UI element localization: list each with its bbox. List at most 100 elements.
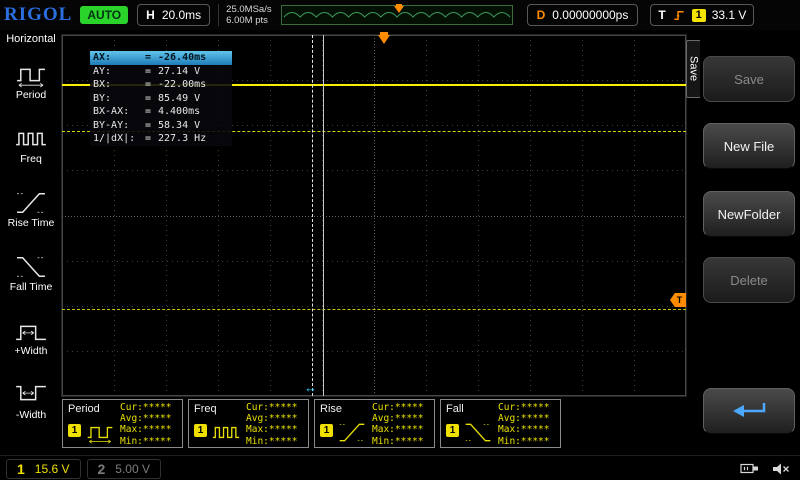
delete-button[interactable]: Delete [703,257,795,303]
waveform-preview[interactable] [280,4,513,25]
sidebar-item-width[interactable]: -Width [0,369,62,433]
channel2-number: 2 [97,460,106,477]
sidebar-item-freq[interactable]: Freq [0,113,62,177]
stat-line: Cur:***** [372,402,424,413]
channel-1-badge: 1 [446,424,459,437]
measurement-label: Freq [194,403,217,415]
measurement-freq[interactable]: Freq 1 Cur:***** Avg:***** Max:***** Min:****… [188,399,309,448]
stat-line: Max:***** [372,424,424,436]
return-arrow-icon [727,398,771,424]
sidebar-title: Horizontal [6,33,56,45]
cursor-row-bx-ax: BX-AX: = 4.400ms [93,106,201,117]
cursor-rows: AX: = -26.40ms AY: = 27.14 V BX: = -22.00ms BY: = 8… [90,51,232,146]
fall-time-icon [463,421,493,444]
measure-sidebar: Horizontal Period Freq Rise Time Fall Time +… [0,30,62,455]
measurement-fall[interactable]: Fall 1 Cur:***** Avg:***** Max:***** Min:****… [440,399,561,448]
usb-icon [740,462,760,475]
rigol-logo: RIGOL [4,4,73,25]
menu-button-label: NewFolder [717,206,781,222]
sidebar-items: Period Freq Rise Time Fall Time +Width -Width [0,49,62,433]
stat-line: Min:***** [372,435,424,447]
trigger-info-box: T 1 33.1 V [650,4,755,26]
sidebar-item-label: +Width [14,344,48,357]
sidebar-item-label: -Width [15,408,47,421]
channel2-status[interactable]: 2 5.00 V [86,458,161,479]
sidebar-item-width[interactable]: +Width [0,305,62,369]
delay-value: 0.00000000ps [552,8,629,22]
stat-line: Max:***** [246,424,298,436]
memory-depth: 6.00M pts [226,15,268,26]
cursor-bx-line[interactable] [323,35,324,396]
cursor-ay-line[interactable] [62,309,686,310]
waveform-display[interactable]: T ↔ AX: = -26.40ms AY: = 27.14 V BX: = -22.00ms B… [61,32,687,397]
measurement-label: Period [68,403,100,415]
bottom-status-bar: 1 15.6 V 2 5.00 V [0,455,800,480]
period-icon [14,62,48,88]
sidebar-item-label: Period [15,88,47,101]
stat-line: Avg:***** [246,413,298,425]
menu-button-label: Delete [730,272,768,288]
cursor-row-by-ay: BY-AY: = 58.34 V [93,119,201,131]
stat-line: Cur:***** [120,402,172,413]
channel2-scale: 5.00 V [115,461,150,476]
minus-width-icon [14,382,48,408]
menu-button-label: Save [734,71,764,87]
cursor-readout-panel: AX: = -26.40ms AY: = 27.14 V BX: = -22.00ms BY: = 8… [90,51,232,146]
measurement-stats: Cur:***** Avg:***** Max:***** Min:***** [498,402,550,447]
plus-width-icon [14,318,48,344]
horizontal-label: H [146,8,155,22]
trigger-edge-icon [672,9,686,22]
cursor-row-1-dx: 1/|dX|: = 227.3 Hz [93,133,207,144]
run-status-badge: AUTO [80,6,129,24]
measurement-rise[interactable]: Rise 1 Cur:***** Avg:***** Max:***** Min:****… [314,399,435,448]
trigger-label: T [658,8,666,22]
cursor-row-bx: BX: = -22.00ms [93,79,207,90]
measurement-stats: Cur:***** Avg:***** Max:***** Min:***** [120,402,172,447]
sidebar-item-rise-time[interactable]: Rise Time [0,177,62,241]
oscilloscope-screen: RIGOL AUTO H 20.0ms 25.0MSa/s 6.00M pts … [0,0,800,480]
trigger-source-badge: 1 [691,8,706,22]
return-button[interactable] [703,388,795,434]
trigger-position-marker-mini [393,4,404,13]
stat-line: Avg:***** [120,413,172,425]
cursor-row-ay: AY: = 27.14 V [93,65,201,77]
fall-time-icon [14,254,48,280]
stat-line: Max:***** [120,424,172,436]
menu-tab-save[interactable]: Save [686,40,701,98]
save-button[interactable]: Save [703,56,795,102]
acquisition-info: 25.0MSa/s 6.00M pts [218,3,272,27]
trigger-position-marker[interactable] [378,32,390,44]
rise-time-icon [337,421,367,444]
period-icon [85,421,115,444]
new-file-button[interactable]: New File [703,123,795,169]
channel1-status[interactable]: 1 15.6 V [6,458,81,479]
trigger-level-value: 33.1 V [711,8,747,22]
cursor-ax-line[interactable] [312,35,313,396]
stat-line: Cur:***** [246,402,298,413]
measurement-period[interactable]: Period 1 Cur:***** Avg:***** Max:***** Min:**… [62,399,183,448]
sidebar-item-fall-time[interactable]: Fall Time [0,241,62,305]
stat-line: Cur:***** [498,402,550,413]
sidebar-item-period[interactable]: Period [0,49,62,113]
delay-box: D 0.00000000ps [526,4,639,26]
softkey-menu: Save New File NewFolder Delete [700,30,800,455]
sidebar-item-label: Freq [20,152,42,165]
speaker-muted-icon [772,462,790,476]
status-icons [740,462,790,476]
measurement-stats: Cur:***** Avg:***** Max:***** Min:***** [246,402,298,447]
stat-line: Min:***** [246,435,298,447]
channel-1-badge: 1 [320,424,333,437]
cursor-row-ax: AX: = -26.40ms [90,51,232,65]
stat-line: Max:***** [498,424,550,436]
channel-1-badge: 1 [194,424,207,437]
horizontal-scale-value: 20.0ms [161,8,202,22]
freq-icon [14,126,48,152]
horizontal-scale-box: H 20.0ms [137,4,211,26]
measurement-row: Period 1 Cur:***** Avg:***** Max:***** Min:**… [62,399,561,448]
delay-label: D [536,8,546,22]
new-folder-button[interactable]: NewFolder [703,191,795,237]
sidebar-item-label: Rise Time [7,216,55,229]
channel1-scale: 15.6 V [34,461,70,476]
freq-icon [211,421,241,444]
stat-line: Avg:***** [498,413,550,425]
